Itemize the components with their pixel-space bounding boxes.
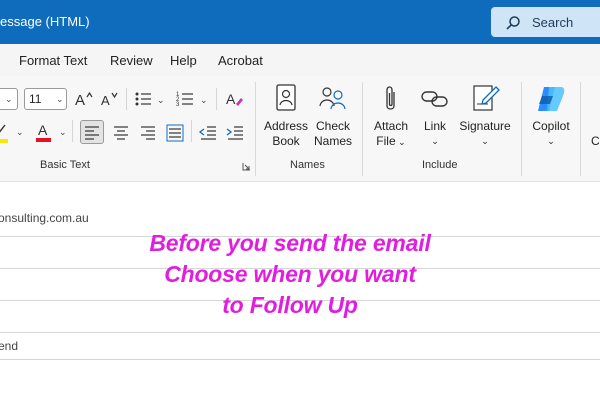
chevron-down-icon: ⌄	[5, 94, 13, 104]
annotation-line-1: Before you send the email	[149, 230, 431, 256]
divider	[72, 120, 73, 142]
address-book-label-1: Address	[263, 119, 309, 133]
search-label: Search	[532, 15, 574, 30]
divider	[126, 88, 127, 110]
check-names-label-2: Names	[313, 134, 352, 148]
svg-text:3: 3	[176, 102, 180, 108]
bullets-icon[interactable]	[134, 90, 154, 108]
address-book-icon	[276, 84, 296, 111]
svg-text:A: A	[101, 93, 110, 108]
svg-text:A: A	[38, 122, 48, 138]
group-label-include: Include	[422, 159, 458, 171]
align-right-icon[interactable]	[138, 121, 158, 143]
chevron-down-icon: ⌄	[56, 94, 64, 104]
chevron-down-icon[interactable]: ⌄	[200, 95, 208, 106]
divider	[216, 88, 217, 110]
copilot-button[interactable]: Copilot ⌄	[526, 82, 576, 158]
highlight-color-swatch	[0, 139, 8, 143]
annotation-line-2: Choose when you want	[164, 261, 416, 287]
subject-field-value[interactable]: end	[0, 339, 18, 353]
font-size-dropdown[interactable]: 11 ⌄	[24, 88, 67, 110]
signature-icon	[473, 85, 500, 111]
divider	[191, 120, 192, 142]
copilot-label: Copilot	[532, 119, 570, 133]
chevron-down-icon: ⌄	[481, 136, 489, 146]
paperclip-icon	[386, 86, 395, 110]
chevron-down-icon: ⌄	[395, 137, 406, 147]
tab-acrobat[interactable]: Acrobat	[218, 53, 263, 68]
group-label-names: Names	[290, 159, 325, 171]
window-title: essage (HTML)	[0, 14, 90, 29]
increase-indent-icon[interactable]	[225, 121, 245, 143]
address-book-label-2: Book	[272, 134, 300, 148]
chevron-down-icon: ⌄	[431, 136, 439, 146]
tab-help[interactable]: Help	[170, 53, 197, 68]
font-name-dropdown[interactable]: ⌄	[0, 88, 18, 110]
align-center-icon[interactable]	[111, 121, 131, 143]
check-names-icon	[319, 87, 346, 110]
font-color-swatch	[36, 138, 51, 142]
title-bar: essage (HTML) Search	[0, 0, 600, 44]
attach-file-label-2: File	[376, 134, 396, 148]
chevron-down-icon[interactable]: ⌄	[59, 127, 67, 138]
check-names-label-1: Check	[315, 119, 350, 133]
font-size-value: 11	[29, 92, 42, 106]
numbering-icon[interactable]: 1 2 3	[176, 90, 196, 108]
highlight-icon[interactable]	[0, 122, 10, 144]
align-left-icon	[85, 126, 99, 140]
tab-format-text[interactable]: Format Text	[19, 53, 87, 68]
annotation-line-3: to Follow Up	[222, 292, 358, 318]
signature-label: Signature	[459, 119, 511, 133]
search-icon	[506, 16, 520, 30]
justify-icon[interactable]	[165, 121, 185, 143]
group-label-basic-text: Basic Text	[40, 159, 90, 171]
ribbon: ⌄ 11 ⌄ A A ⌄ 1 2 3 ⌄ A ⌄ A ⌄ Basic Text …	[0, 76, 600, 182]
chevron-down-icon[interactable]: ⌄	[16, 127, 24, 138]
signature-button[interactable]: Signature ⌄	[456, 82, 514, 158]
attach-file-button[interactable]: Attach File ⌄	[368, 82, 414, 158]
grow-font-icon[interactable]: A	[75, 90, 93, 108]
link-icon	[421, 91, 448, 107]
to-field-value[interactable]: onsulting.com.au	[0, 211, 89, 225]
svg-text:A: A	[226, 91, 236, 107]
link-label: Link	[423, 119, 446, 133]
dialog-launcher-icon[interactable]	[242, 162, 251, 171]
svg-text:A: A	[75, 92, 85, 108]
search-box[interactable]: Search	[491, 7, 600, 37]
link-button[interactable]: Link ⌄	[416, 82, 454, 158]
address-book-button[interactable]: Address Book	[262, 82, 310, 158]
group-separator	[580, 82, 581, 176]
subject-field-divider-bottom	[0, 359, 600, 360]
group-separator	[255, 82, 256, 176]
chevron-down-icon: ⌄	[547, 136, 555, 146]
group-separator	[521, 82, 522, 176]
cut-off-button-label[interactable]: C	[591, 134, 600, 149]
align-left-button[interactable]	[80, 120, 104, 144]
chevron-down-icon[interactable]: ⌄	[157, 95, 165, 106]
check-names-button[interactable]: Check Names	[311, 82, 355, 158]
ribbon-tabs: Format Text Review Help Acrobat	[0, 44, 600, 76]
copilot-icon	[538, 87, 565, 111]
clear-formatting-icon[interactable]: A	[226, 90, 244, 108]
font-color-icon[interactable]: A	[36, 121, 52, 143]
annotation-overlay: Before you send the email Choose when yo…	[100, 228, 480, 321]
group-separator	[362, 82, 363, 176]
attach-file-label-1: Attach	[373, 119, 409, 133]
shrink-font-icon[interactable]: A	[101, 90, 119, 108]
tab-review[interactable]: Review	[110, 53, 153, 68]
decrease-indent-icon[interactable]	[198, 121, 218, 143]
subject-field-divider-top	[0, 332, 600, 333]
